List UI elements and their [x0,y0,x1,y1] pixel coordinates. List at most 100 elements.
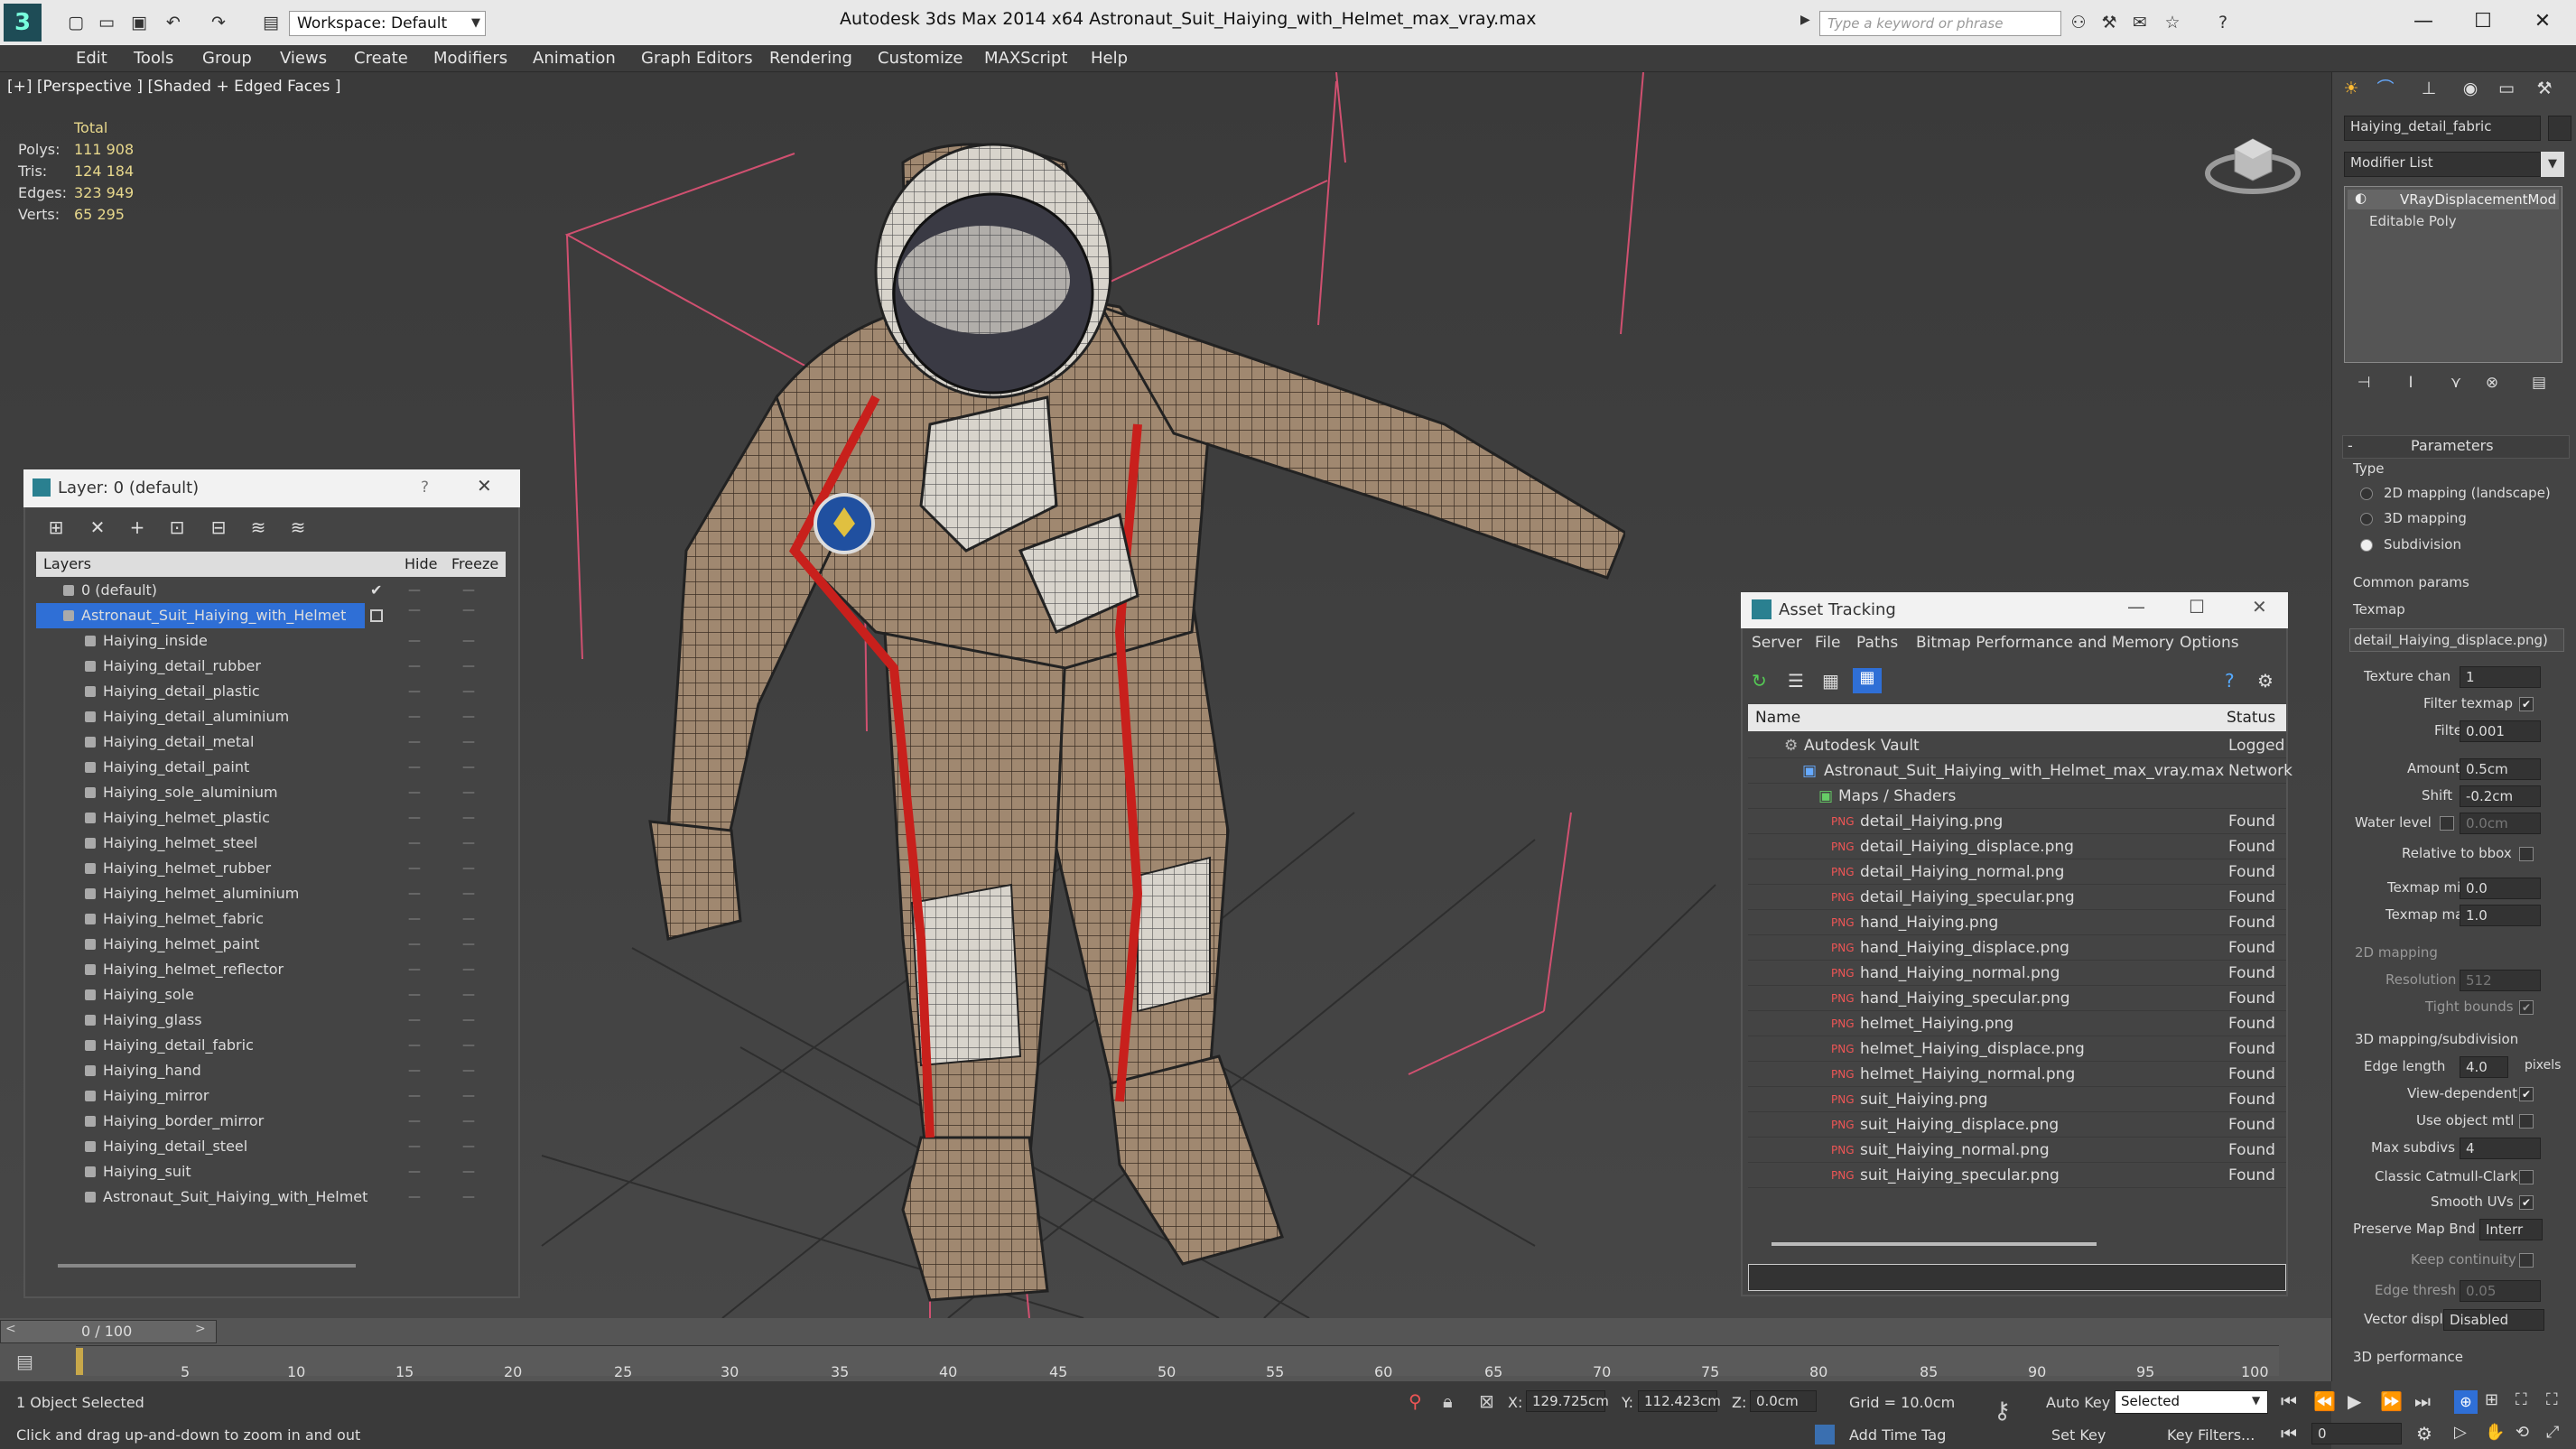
create-tab-icon[interactable]: ☀ [2340,78,2362,99]
stack-item-vray-displacement[interactable]: VRayDisplacementMod [2348,190,2559,209]
hide-toggle[interactable]: — [408,603,421,618]
key-filters-button[interactable]: Key Filters... [2167,1426,2255,1444]
search-play-icon[interactable]: ▶ [1800,13,1810,27]
modifier-bulb-icon[interactable]: ◐ [2355,190,2367,206]
layer-row[interactable]: Astronaut_Suit_Haiying_with_Helmet — — [36,1184,506,1210]
layer-row[interactable]: Haiying_mirror — — [36,1083,506,1109]
go-to-end-icon[interactable]: ⏭ [2414,1390,2431,1412]
show-end-result-icon[interactable]: Ⅰ [2400,372,2422,394]
modifier-list-chevron-icon[interactable]: ▼ [2541,152,2564,177]
project-folder-icon[interactable]: ▤ [260,12,282,33]
menu-help[interactable]: Help [1080,45,1139,72]
col-status[interactable]: Status [2227,704,2275,731]
key-mode-dropdown[interactable]: Selected [2115,1390,2268,1414]
communication-icon[interactable]: ✉ [2129,12,2151,33]
resolution-field[interactable]: 512 [2460,970,2541,991]
utilities-tab-icon[interactable]: ⚒ [2534,78,2555,99]
maximize-viewport-icon[interactable]: ⤢ [2546,1423,2559,1442]
zoom-all-icon[interactable]: ⊞ [2485,1390,2498,1409]
x-coordinate-field[interactable]: 129.725cm [1526,1390,1609,1412]
orbit-icon[interactable]: ⟲ [2516,1423,2529,1442]
texmap-min-field[interactable]: 0.0 [2460,878,2541,899]
details-view-icon[interactable]: ▦ [1822,670,1839,692]
layer-row[interactable]: Haiying_helmet_fabric — — [36,906,506,932]
layer-row[interactable]: Haiying_inside — — [36,628,506,654]
layer-list-scrollbar[interactable] [58,1264,356,1268]
layer-window-title[interactable]: Layer: 0 (default) [23,469,520,507]
create-layer-icon[interactable]: ⊞ [43,515,69,540]
menu-maxscript[interactable]: MAXScript [973,45,1078,72]
layer-row[interactable]: Haiying_helmet_plastic — — [36,805,506,831]
make-unique-icon[interactable]: ⋎ [2445,372,2467,394]
layer-row[interactable]: Haiying_border_mirror — — [36,1109,506,1134]
selection-lock-icon[interactable]: 🔒︎ [1443,1390,1453,1412]
select-in-layer-icon[interactable]: ⊡ [164,515,190,540]
asset-window-title[interactable]: Asset Tracking [1741,592,2288,628]
tight-bounds-checkbox[interactable]: ✔ [2519,1000,2534,1015]
add-to-layer-icon[interactable]: + [125,515,150,540]
asset-row[interactable]: PNG helmet_Haiying.png Found [1748,1011,2286,1036]
water-level-checkbox[interactable] [2440,816,2454,831]
texmap-max-field[interactable]: 1.0 [2460,905,2541,926]
y-coordinate-field[interactable]: 112.423cm [1638,1390,1721,1412]
asset-row[interactable]: ⚙ Autodesk Vault Logged [1748,733,2286,758]
menu-customize[interactable]: Customize [867,45,973,72]
col-name[interactable]: Name [1755,704,1800,731]
layer-help-button[interactable]: ? [421,478,429,497]
layer-row[interactable]: Haiying_helmet_steel — — [36,831,506,856]
layer-row[interactable]: Haiying_detail_rubber — — [36,654,506,679]
asset-row[interactable]: PNG detail_Haiying_specular.png Found [1748,885,2286,910]
freeze-all-layers-icon[interactable]: ≋ [285,515,311,540]
chevron-down-icon[interactable]: ▼ [466,12,486,35]
asset-row[interactable]: PNG hand_Haiying_displace.png Found [1748,935,2286,961]
vector-displ-dropdown[interactable]: Disabled [2443,1309,2544,1331]
isolate-pin-icon[interactable]: ⚲ [1409,1390,1422,1412]
motion-tab-icon[interactable]: ◉ [2460,78,2481,99]
favorites-star-icon[interactable]: ☆ [2162,12,2183,33]
col-layers[interactable]: Layers [43,552,91,577]
set-key-key-icon[interactable]: ⚷ [1994,1398,2011,1425]
minimize-button[interactable]: — [2402,5,2445,38]
next-frame-icon[interactable]: ⏩ [2380,1390,2403,1412]
layer-row[interactable]: Haiying_detail_steel — — [36,1134,506,1159]
highlight-layer-icon[interactable]: ⊟ [206,515,231,540]
modifier-list-dropdown[interactable]: Modifier List [2344,152,2541,177]
menu-tools[interactable]: Tools [123,45,184,72]
configure-sets-icon[interactable]: ▤ [2528,372,2550,394]
asset-row[interactable]: PNG helmet_Haiying_normal.png Found [1748,1062,2286,1087]
z-coordinate-field[interactable]: 0.0cm [1750,1390,1817,1412]
amount-field[interactable]: 0.5cm [2460,758,2541,780]
new-file-icon[interactable]: ▢ [65,12,87,33]
filter-texmap-checkbox[interactable]: ✔ [2519,697,2534,711]
refresh-icon[interactable]: ↻ [1752,670,1767,692]
layer-row[interactable]: Haiying_helmet_aluminium — — [36,881,506,906]
menu-graph-editors[interactable]: Graph Editors [630,45,764,72]
filter-blur-field[interactable]: 0.001 [2460,720,2541,742]
play-icon[interactable]: ▶ [2348,1390,2361,1412]
layer-row[interactable]: Haiying_suit — — [36,1159,506,1184]
undo-icon[interactable]: ↶ [163,12,184,33]
object-color-swatch[interactable] [2548,116,2571,141]
asset-row[interactable]: PNG detail_Haiying.png Found [1748,809,2286,834]
redo-icon[interactable]: ↷ [208,12,229,33]
workspace-dropdown[interactable]: Workspace: Default [289,11,486,36]
set-key-button[interactable]: Set Key [2051,1426,2106,1444]
asset-help-icon[interactable]: ? [2225,670,2235,692]
hide-all-layers-icon[interactable]: ≋ [246,515,271,540]
menu-group[interactable]: Group [191,45,263,72]
table-view-icon[interactable]: ▦ [1853,668,1882,693]
asset-row[interactable]: PNG suit_Haiying.png Found [1748,1087,2286,1112]
layer-row[interactable]: Haiying_detail_paint — — [36,755,506,780]
mini-curve-icon[interactable]: ▤ [16,1351,33,1372]
asset-menu-file[interactable]: File [1815,634,1840,652]
save-icon[interactable]: ▣ [128,12,150,33]
freeze-toggle[interactable]: — [462,603,475,618]
help-icon[interactable]: ? [2212,12,2234,33]
field-of-view-icon[interactable]: ▷ [2454,1423,2467,1442]
menu-animation[interactable]: Animation [522,45,627,72]
shift-field[interactable]: -0.2cm [2460,785,2541,807]
time-config-icon[interactable]: ⚙ [2416,1423,2432,1444]
menu-views[interactable]: Views [269,45,338,72]
close-button[interactable]: ✕ [2521,5,2564,38]
texture-chan-field[interactable]: 1 [2460,666,2541,688]
